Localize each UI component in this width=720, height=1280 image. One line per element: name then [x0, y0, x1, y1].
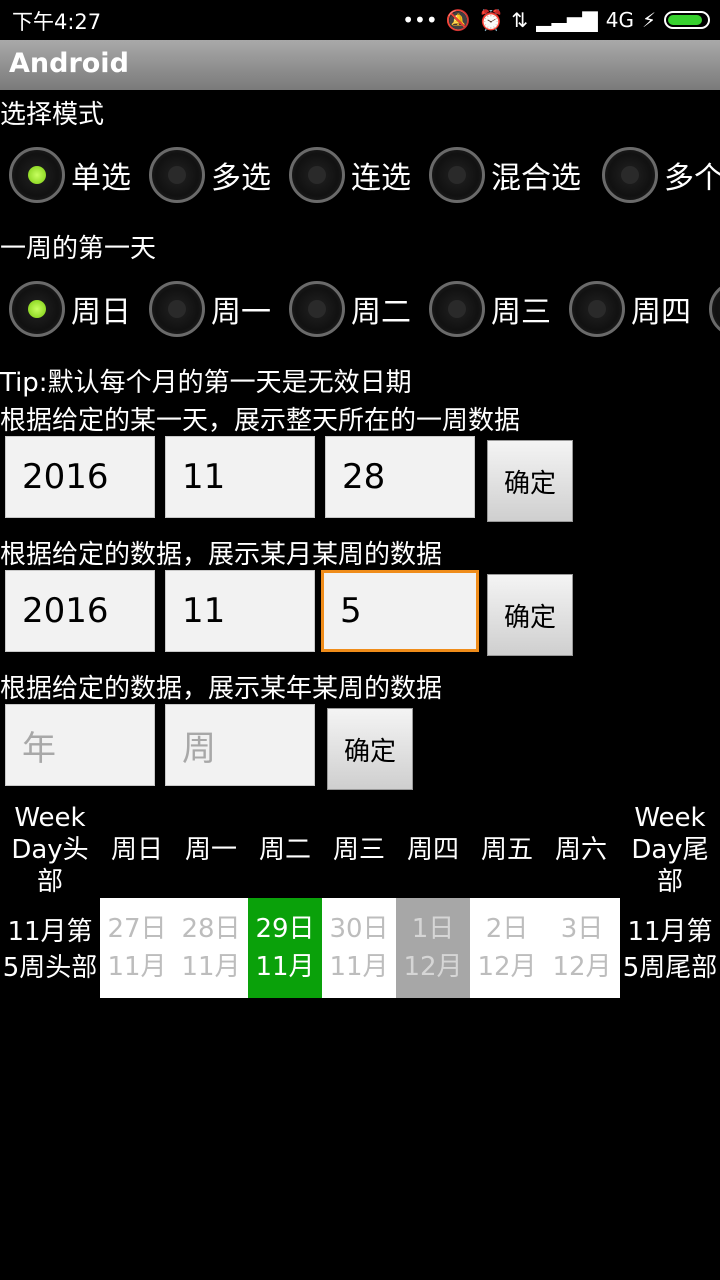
- day-cell[interactable]: 27日 11月: [100, 898, 174, 998]
- day-cell[interactable]: 2日 12月: [470, 898, 544, 998]
- status-time: 下午4:27: [12, 10, 102, 34]
- radio-range[interactable]: 连选: [289, 140, 411, 210]
- year-input[interactable]: 2016: [5, 436, 155, 518]
- week-input[interactable]: 5: [321, 570, 479, 652]
- radio-button-icon: [289, 281, 345, 337]
- confirm-month-week-button[interactable]: 确定: [487, 574, 573, 656]
- month-input[interactable]: 11: [165, 570, 315, 652]
- radio-sunday[interactable]: 周日: [9, 274, 131, 344]
- day-input[interactable]: 28: [325, 436, 475, 518]
- confirm-year-week-button[interactable]: 确定: [327, 708, 413, 790]
- day-cell[interactable]: 30日 11月: [322, 898, 396, 998]
- selection-mode-group: 单选 多选 连选 混合选 多个: [0, 140, 720, 210]
- status-bar: 下午4:27 ••• 🔕 ⏰ ⇅ ▂▃▅▇ 4G ⚡: [0, 0, 720, 40]
- mute-icon: 🔕: [445, 8, 471, 32]
- day-cell[interactable]: 28日 11月: [174, 898, 248, 998]
- first-day-group: 周日 周一 周二 周三 周四: [0, 274, 720, 344]
- day-cell-selected[interactable]: 29日 11月: [248, 898, 322, 998]
- radio-button-icon: [429, 281, 485, 337]
- weekday-header: 周一: [184, 835, 237, 865]
- data-transfer-icon: ⇅: [511, 8, 529, 32]
- radio-button-icon: [569, 281, 625, 337]
- radio-button-icon: [429, 147, 485, 203]
- radio-thursday[interactable]: 周四: [569, 274, 691, 344]
- radio-button-icon: [602, 147, 658, 203]
- section-day-label: 根据给定的某一天，展示整天所在的一周数据: [0, 406, 521, 436]
- radio-button-icon: [149, 147, 205, 203]
- radio-button-icon: [9, 147, 65, 203]
- year-input[interactable]: 2016: [5, 570, 155, 652]
- month-input[interactable]: 11: [165, 436, 315, 518]
- status-icons: ••• 🔕 ⏰ ⇅ ▂▃▅▇ 4G ⚡: [402, 6, 710, 34]
- alarm-icon: ⏰: [478, 8, 504, 32]
- signal-icon: ▂▃▅▇: [536, 8, 598, 32]
- week-tail-cell: 11月第 5周尾部: [622, 917, 718, 983]
- day-cell[interactable]: 3日 12月: [544, 898, 620, 998]
- radio-friday-partial[interactable]: [709, 274, 720, 344]
- network-type: 4G: [605, 8, 634, 32]
- radio-multiple[interactable]: 多个: [602, 140, 720, 210]
- weekday-header: 周四: [406, 835, 459, 865]
- radio-button-icon: [709, 281, 720, 337]
- radio-multi[interactable]: 多选: [149, 140, 271, 210]
- battery-icon: [664, 11, 710, 29]
- confirm-day-button[interactable]: 确定: [487, 440, 573, 522]
- first-day-label: 一周的第一天: [0, 234, 157, 264]
- week-head-cell: 11月第 5周头部: [2, 917, 98, 983]
- day-cell-disabled: 1日 12月: [396, 898, 470, 998]
- week-input[interactable]: 周: [165, 704, 315, 786]
- radio-single[interactable]: 单选: [9, 140, 131, 210]
- radio-button-icon: [289, 147, 345, 203]
- radio-tuesday[interactable]: 周二: [289, 274, 411, 344]
- radio-wednesday[interactable]: 周三: [429, 274, 551, 344]
- radio-monday[interactable]: 周一: [149, 274, 271, 344]
- weekday-header: 周二: [258, 835, 311, 865]
- tip-text: Tip:默认每个月的第一天是无效日期: [0, 368, 412, 398]
- charging-icon: ⚡: [641, 8, 656, 32]
- section-month-week-label: 根据给定的数据，展示某月某周的数据: [0, 540, 443, 570]
- weekday-header: 周六: [554, 835, 607, 865]
- weekday-header: 周五: [480, 835, 533, 865]
- radio-mixed[interactable]: 混合选: [429, 140, 581, 210]
- more-dots-icon: •••: [402, 8, 438, 32]
- selection-mode-label: 选择模式: [0, 100, 105, 130]
- year-input[interactable]: 年: [5, 704, 155, 786]
- week-day-head-label: Week Day头 部: [11, 803, 89, 897]
- app-title: Android: [9, 48, 129, 79]
- action-bar: Android: [0, 40, 720, 90]
- section-year-week-label: 根据给定的数据，展示某年某周的数据: [0, 674, 443, 704]
- week-day-tail-label: Week Day尾 部: [631, 803, 709, 897]
- radio-button-icon: [9, 281, 65, 337]
- weekday-header: 周三: [332, 835, 385, 865]
- weekday-header: 周日: [110, 835, 163, 865]
- radio-button-icon: [149, 281, 205, 337]
